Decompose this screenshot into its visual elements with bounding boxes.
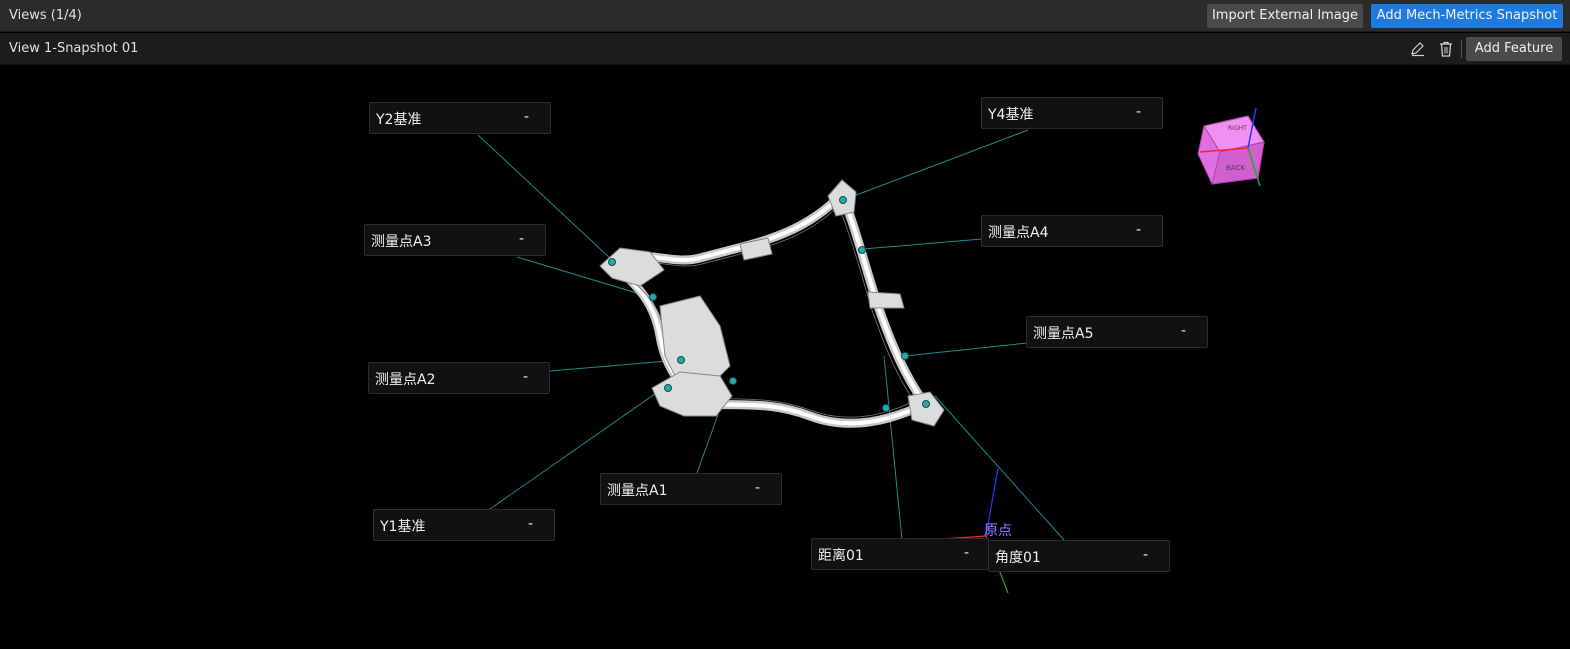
annotation-value: -: [524, 109, 530, 125]
view-cube-front-label: BACK: [1226, 164, 1245, 172]
annotation-point-a1[interactable]: 测量点A1 -: [600, 473, 782, 505]
annotation-name: Y4基准: [988, 107, 1034, 123]
view-cube-top-label: RIGHT: [1228, 125, 1247, 132]
3d-viewport[interactable]: RIGHT BACK 原点 Y2基准 - Y4基准 - 测量点A3 - 测量点A…: [0, 66, 1570, 649]
annotation-value: -: [528, 516, 534, 532]
annotation-name: 测量点A1: [607, 483, 668, 499]
view-toolbar: View 1-Snapshot 01 Add Feature: [0, 33, 1570, 65]
annotation-value: -: [1136, 104, 1142, 120]
annotation-angle-01[interactable]: 角度01 -: [988, 540, 1170, 572]
annotation-name: Y2基准: [376, 112, 422, 128]
annotation-name: 角度01: [995, 550, 1041, 566]
origin-label: 原点: [984, 523, 1012, 539]
import-external-image-button[interactable]: Import External Image: [1207, 4, 1363, 28]
annotation-name: 测量点A4: [988, 225, 1049, 241]
annotation-name: Y1基准: [380, 519, 426, 535]
pencil-icon[interactable]: [1409, 40, 1427, 58]
annotation-value: -: [964, 545, 970, 561]
annotation-point-a5[interactable]: 测量点A5 -: [1026, 316, 1208, 348]
annotation-name: 测量点A3: [371, 234, 432, 250]
add-feature-button[interactable]: Add Feature: [1466, 37, 1562, 61]
annotation-y1-datum[interactable]: Y1基准 -: [373, 509, 555, 541]
views-header: Views (1/4) Import External Image Add Me…: [0, 0, 1570, 32]
view-title: View 1-Snapshot 01: [9, 41, 139, 56]
subframe-model[interactable]: [599, 179, 945, 428]
annotation-value: -: [1143, 547, 1149, 563]
annotation-point-a3[interactable]: 测量点A3 -: [364, 224, 546, 256]
toolbar-divider: [1461, 40, 1462, 58]
view-cube[interactable]: RIGHT BACK: [1197, 107, 1265, 187]
annotation-name: 距离01: [818, 548, 864, 564]
annotation-y2-datum[interactable]: Y2基准 -: [369, 102, 551, 134]
annotation-name: 测量点A5: [1033, 326, 1094, 342]
scene-canvas[interactable]: RIGHT BACK: [0, 66, 1570, 649]
trash-icon[interactable]: [1437, 40, 1455, 58]
annotation-distance-01[interactable]: 距离01 -: [811, 538, 989, 570]
annotation-point-a2[interactable]: 测量点A2 -: [368, 362, 550, 394]
annotation-value: -: [523, 369, 529, 385]
annotation-value: -: [1181, 323, 1187, 339]
add-mech-metrics-snapshot-button[interactable]: Add Mech-Metrics Snapshot: [1371, 4, 1563, 28]
annotation-value: -: [519, 231, 525, 247]
annotation-value: -: [1136, 222, 1142, 238]
annotation-point-a4[interactable]: 测量点A4 -: [981, 215, 1163, 247]
annotation-name: 测量点A2: [375, 372, 436, 388]
annotation-y4-datum[interactable]: Y4基准 -: [981, 97, 1163, 129]
views-title: Views (1/4): [9, 8, 82, 23]
annotation-value: -: [755, 480, 761, 496]
